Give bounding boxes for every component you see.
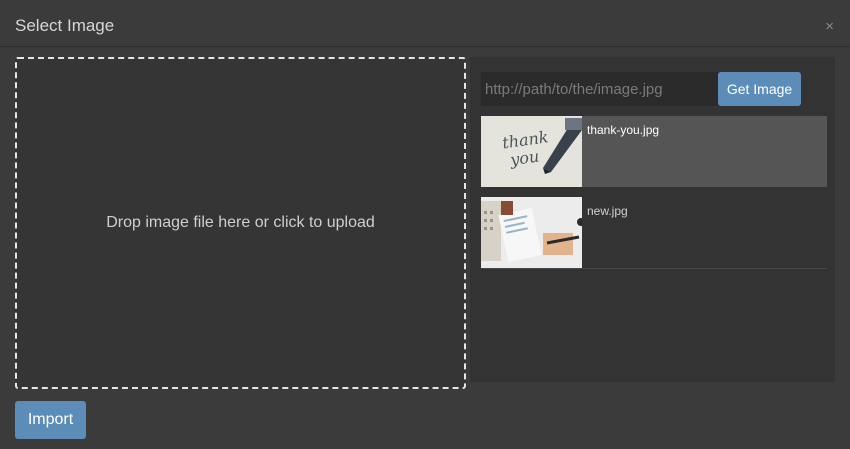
dialog-title: Select Image [15,16,115,35]
close-icon[interactable]: × [825,18,834,36]
upload-dropzone[interactable]: Drop image file here or click to upload [15,57,466,389]
select-image-dialog: Select Image × Drop image file here or c… [0,0,850,449]
thumbnail-image [481,197,582,268]
get-image-button[interactable]: Get Image [718,72,801,106]
image-list-panel: Get Image thank you thank-you.jpg [470,57,835,382]
dropzone-label: Drop image file here or click to upload [106,214,375,231]
import-button[interactable]: Import [15,401,86,439]
file-name-label: thank-you.jpg [587,123,660,137]
image-url-input[interactable] [481,72,718,106]
thumbnail-image: thank you [481,116,582,187]
file-name-label: new.jpg [587,204,628,218]
file-list-item[interactable]: new.jpg [481,197,827,269]
file-list-item[interactable]: thank you thank-you.jpg [481,116,827,187]
dialog-header: Select Image × [0,0,850,47]
